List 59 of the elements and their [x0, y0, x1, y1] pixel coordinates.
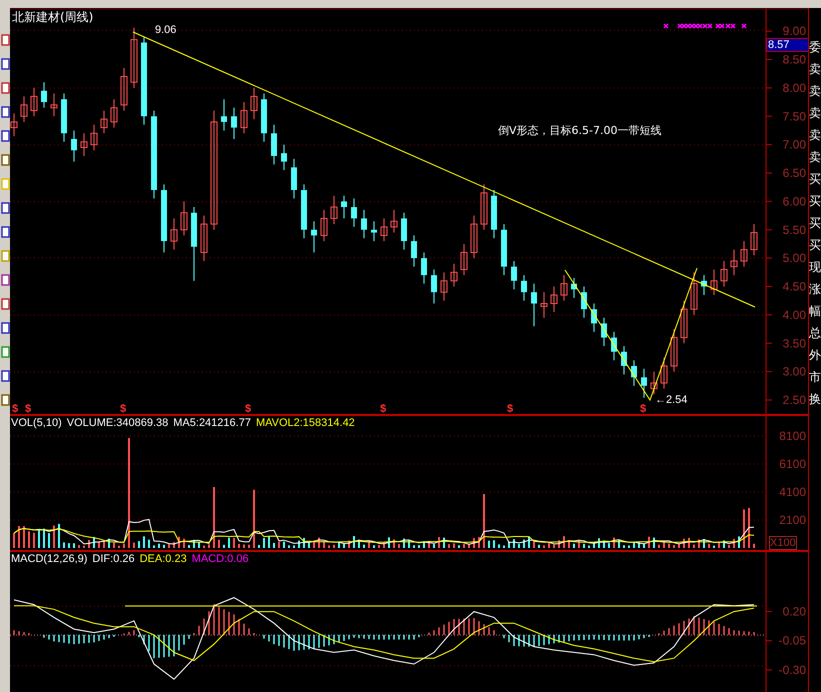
- volume-unit-label: X100: [769, 536, 797, 550]
- indicator-value: MACD:0.06: [192, 553, 249, 565]
- indicator-value: DIF:0.26: [92, 553, 135, 565]
- indicator-value: VOL(5,10): [11, 417, 62, 429]
- price-axis-label: 6.00: [782, 194, 806, 208]
- quote-label: 卖: [809, 128, 821, 143]
- buy-signal-marker: $: [25, 403, 32, 415]
- quote-label: 市: [809, 370, 821, 385]
- quote-label: 换: [809, 392, 821, 407]
- buy-signal-marker: $: [640, 403, 646, 415]
- price-axis-label: 8.00: [782, 80, 806, 95]
- high-price-label: 9.06: [155, 24, 176, 36]
- volume-axis-label: 8100: [779, 429, 806, 443]
- quote-label: 总: [809, 326, 821, 341]
- volume-axis-label: 2100: [779, 513, 806, 527]
- quote-label: 涨: [809, 282, 821, 297]
- volume-axis-label: 4100: [779, 485, 806, 499]
- price-axis-label: 8.50: [782, 52, 806, 66]
- indicator-value: MACD(12,26,9): [11, 553, 88, 565]
- quote-label: 卖: [809, 84, 821, 99]
- macd-axis-label: 0.20: [782, 604, 806, 619]
- price-axis-label: 2.50: [782, 393, 806, 407]
- price-axis-label: 3.50: [782, 336, 806, 350]
- price-axis-label: 6.50: [782, 166, 806, 180]
- quote-label: 卖: [809, 150, 821, 165]
- buy-signal-marker: $: [120, 403, 126, 415]
- price-axis-label: 4.50: [782, 280, 806, 294]
- macd-axis-label: -0.30: [778, 662, 806, 677]
- indicator-value: VOLUME:340869.38: [66, 417, 168, 429]
- indicator-value: MAVOL2:158314.42: [256, 417, 355, 429]
- low-price-label: ←2.54: [655, 394, 688, 406]
- quote-label: 卖: [809, 106, 821, 121]
- annotation-text: 倒V形态，目标6.5-7.00一带短线: [498, 123, 662, 138]
- price-axis-label: 4.00: [782, 308, 806, 322]
- price-axis-label: 9.00: [782, 24, 806, 38]
- price-axis-label: 3.00: [782, 364, 806, 379]
- buy-signal-marker: $: [380, 403, 386, 415]
- quote-label: 委: [809, 40, 821, 55]
- price-axis-label: 5.50: [782, 222, 806, 237]
- quote-label: 买: [809, 172, 821, 187]
- quote-label: 买: [809, 216, 821, 231]
- chart-title: 北新建材(周线): [12, 9, 94, 26]
- macd-axis-label: -0.05: [778, 634, 806, 648]
- quote-label: 外: [809, 348, 821, 363]
- price-axis-label: 7.50: [782, 109, 806, 124]
- price-axis-label: 5.00: [782, 251, 806, 266]
- price-axis-label: 7.00: [782, 138, 806, 152]
- volume-axis-label: 6100: [779, 457, 806, 471]
- buy-signal-marker: $: [507, 403, 514, 415]
- indicator-value: DEA:0.23: [140, 553, 187, 565]
- buy-signal-marker: $: [12, 403, 18, 415]
- indicator-value: MA5:241216.77: [173, 417, 251, 429]
- buy-signal-marker: $: [245, 403, 252, 415]
- current-price-tag: 8.57: [766, 38, 809, 52]
- quote-label: 幅: [809, 304, 821, 319]
- quote-label: 卖: [809, 62, 821, 77]
- quote-label: 现: [809, 260, 821, 275]
- quote-label: 买: [809, 194, 821, 209]
- quote-label: 买: [809, 238, 821, 253]
